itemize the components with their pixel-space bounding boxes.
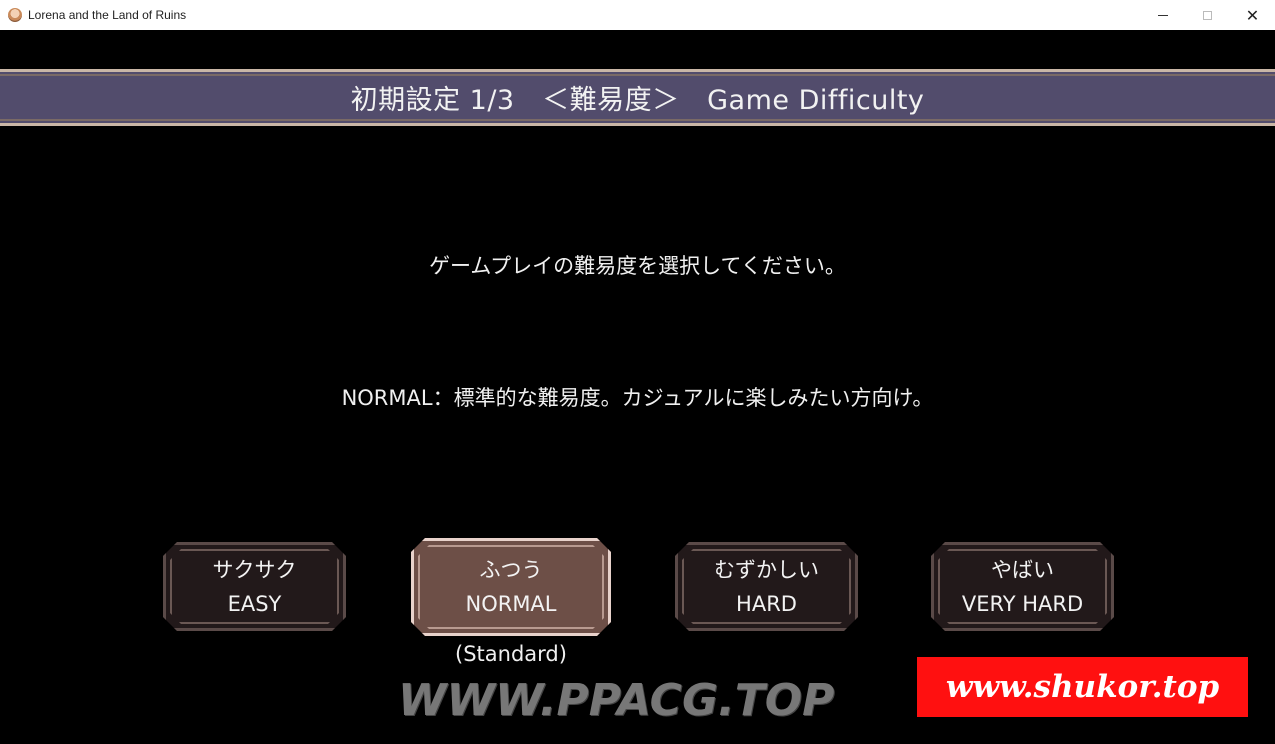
hard-jp-label: むずかしい [714,557,819,582]
difficulty-prompt: ゲームプレイの難易度を選択してください。 [429,254,846,278]
watermark-shukor: www.shukor.top [917,657,1248,717]
maximize-button[interactable] [1185,0,1230,30]
maximize-icon [1203,10,1212,20]
very-hard-jp-label: やばい [991,557,1054,582]
normal-standard-label: (Standard) [455,642,567,666]
normal-button[interactable]: ふつう NORMAL [411,538,611,636]
very-hard-en-label: VERY HARD [961,591,1084,616]
difficulty-banner: 初期設定 1/3 ＜難易度＞ Game Difficulty [0,69,1275,126]
window-titlebar: Lorena and the Land of Ruins ✕ [0,0,1275,30]
window-controls: ✕ [1140,0,1275,30]
easy-jp-label: サクサク [212,557,297,582]
minimize-icon [1157,14,1168,16]
close-icon: ✕ [1245,5,1260,25]
normal-en-label: NORMAL [465,592,557,616]
watermark-ppacg: WWW.PPACG.TOP [398,675,835,726]
very-hard-button[interactable]: やばい VERY HARD [931,542,1114,631]
close-button[interactable]: ✕ [1230,0,1275,30]
difficulty-description: NORMAL：標準的な難易度。カジュアルに楽しみたい方向け。 [341,386,934,410]
game-screen: 初期設定 1/3 ＜難易度＞ Game Difficulty ゲームプレイの難易… [0,30,1275,744]
hard-en-label: HARD [736,591,797,616]
banner-title: 初期設定 1/3 ＜難易度＞ Game Difficulty [350,85,925,116]
hard-button[interactable]: むずかしい HARD [675,542,858,631]
app-icon [8,8,22,22]
normal-jp-label: ふつう [479,558,543,582]
easy-button[interactable]: サクサク EASY [163,542,346,631]
window-title: Lorena and the Land of Ruins [28,8,187,22]
watermark-shukor-text: www.shukor.top [945,669,1220,705]
minimize-button[interactable] [1140,0,1185,30]
easy-en-label: EASY [227,591,282,616]
